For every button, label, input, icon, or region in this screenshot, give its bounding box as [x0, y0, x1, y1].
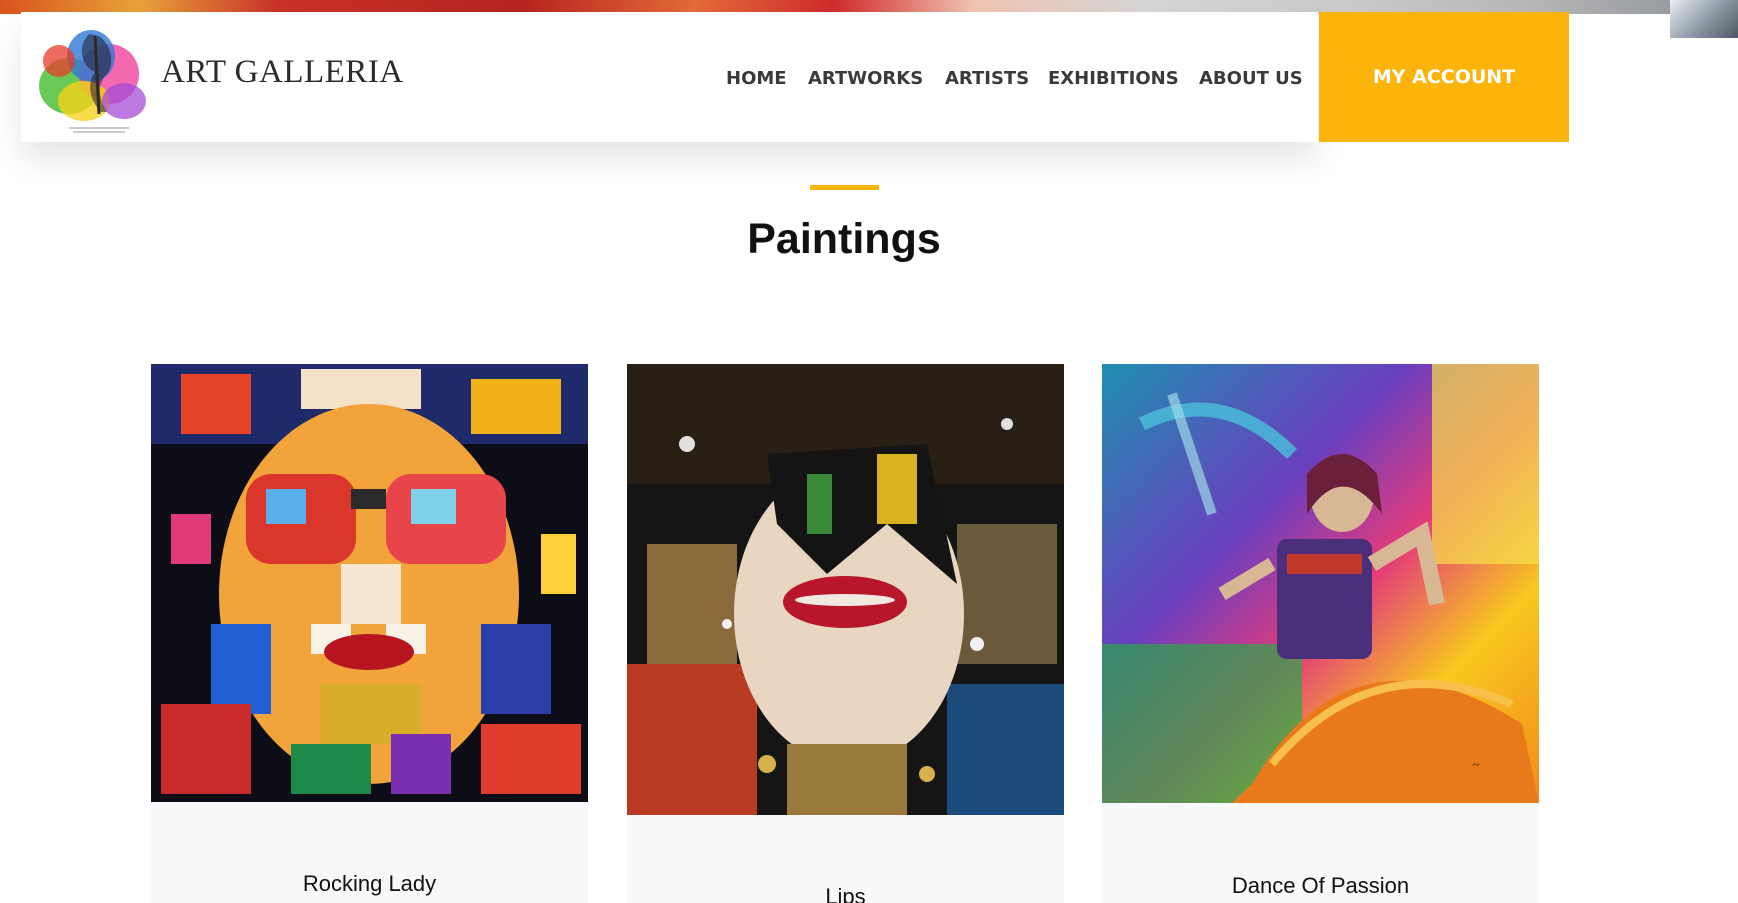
artwork-card-lips[interactable]: Lips [627, 364, 1064, 903]
top-right-decorative-image [1670, 0, 1738, 38]
artwork-image-lips[interactable] [627, 364, 1064, 815]
section-title: Paintings [747, 215, 941, 263]
artwork-title[interactable]: Dance Of Passion [1102, 873, 1539, 899]
nav-about-us[interactable]: ABOUT US [1199, 68, 1303, 89]
artwork-image-dance-of-passion[interactable]: ~ [1102, 364, 1539, 803]
site-logo[interactable] [29, 16, 159, 142]
nav-home[interactable]: HOME [726, 68, 787, 89]
title-accent-bar [810, 185, 879, 190]
nav-artworks[interactable]: ARTWORKS [808, 68, 923, 89]
artwork-card-dance-of-passion[interactable]: ~ Dance Of Passion [1102, 364, 1539, 903]
svg-text:~: ~ [1472, 758, 1480, 773]
artwork-title[interactable]: Lips [627, 884, 1064, 903]
nav-exhibitions[interactable]: EXHIBITIONS [1048, 68, 1179, 89]
painted-face-logo-icon [39, 30, 146, 133]
brand-name: ART GALLERIA [161, 54, 404, 90]
site-header: ART GALLERIA HOME ARTWORKS ARTISTS EXHIB… [21, 12, 1318, 142]
artwork-title[interactable]: Rocking Lady [151, 871, 588, 897]
nav-artists[interactable]: ARTISTS [945, 68, 1029, 89]
artwork-image-rocking-lady[interactable] [151, 364, 588, 802]
artwork-card-rocking-lady[interactable]: Rocking Lady [151, 364, 588, 903]
my-account-button[interactable]: MY ACCOUNT [1319, 12, 1569, 142]
